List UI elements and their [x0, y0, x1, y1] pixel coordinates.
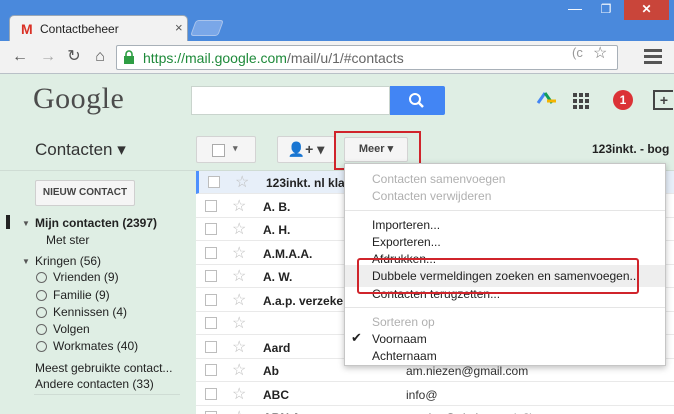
star-icon[interactable]: ☆	[232, 290, 246, 310]
new-contact-button[interactable]: NIEUW CONTACT	[35, 180, 135, 206]
sidebar-item-most-used[interactable]: Meest gebruikte contact...	[35, 361, 172, 375]
row-checkbox[interactable]	[208, 176, 220, 188]
sidebar-item-starred[interactable]: Met ster	[46, 233, 89, 247]
select-all-button[interactable]: ▾	[196, 136, 256, 163]
selected-marker	[6, 215, 10, 229]
sidebar-item-other-contacts[interactable]: Andere contacten (33)	[35, 377, 154, 391]
select-all-checkbox[interactable]	[212, 144, 225, 157]
url-text: https://mail.google.com/mail/u/1/#contac…	[143, 50, 404, 66]
circle-icon	[36, 307, 47, 318]
lock-icon	[124, 50, 134, 64]
browser-toolbar: ← → ↻ ⌂ https://mail.google.com/mail/u/1…	[0, 41, 674, 74]
circle-icon	[36, 324, 47, 335]
contact-name: A. W.	[263, 270, 293, 284]
star-icon[interactable]: ☆	[232, 384, 246, 404]
sidebar-item-my-contacts[interactable]: Mijn contacten (2397)	[35, 216, 157, 230]
home-icon[interactable]: ⌂	[90, 47, 110, 67]
star-icon[interactable]: ☆	[232, 266, 246, 286]
browser-menu-icon[interactable]	[644, 49, 662, 65]
chevron-down-icon: ▾	[233, 143, 238, 153]
row-checkbox[interactable]	[205, 364, 217, 376]
share-icon[interactable]: +	[653, 90, 673, 110]
search-button[interactable]	[390, 86, 445, 115]
add-to-circles-button[interactable]: 👤+ ▾	[277, 136, 335, 163]
reload-icon[interactable]: ↻	[64, 47, 84, 67]
menu-item-sort-last-name[interactable]: Achternaam	[372, 349, 437, 363]
menu-item-export[interactable]: Exporteren...	[372, 235, 441, 249]
menu-item-sort-first-name[interactable]: Voornaam	[372, 332, 427, 346]
sidebar-item-circle[interactable]: Volgen	[53, 322, 90, 336]
circle-icon	[36, 341, 47, 352]
drive-icon[interactable]	[536, 91, 558, 105]
star-icon[interactable]: ☆	[235, 172, 249, 192]
maximize-button[interactable]: ❐	[591, 0, 621, 20]
sidebar-divider	[34, 394, 180, 395]
star-icon[interactable]: ☆	[232, 219, 246, 239]
row-checkbox[interactable]	[205, 270, 217, 282]
star-icon[interactable]: ☆	[232, 407, 246, 414]
extension-icon[interactable]: (c	[572, 45, 583, 60]
row-checkbox[interactable]	[205, 200, 217, 212]
table-row[interactable]: ☆ABN Amroservice@nl.abna...(+3)	[196, 406, 674, 414]
table-row[interactable]: ☆ ABC info@	[196, 383, 674, 406]
forward-arrow-icon[interactable]: →	[38, 47, 58, 67]
contact-name: ABC	[263, 388, 289, 402]
star-icon[interactable]: ☆	[232, 243, 246, 263]
contact-name: Ab	[263, 364, 279, 378]
bookmark-star-icon[interactable]: ☆	[593, 43, 607, 63]
checkmark-icon: ✔	[351, 330, 362, 345]
app-title-dropdown[interactable]: Contacten ▾	[35, 140, 126, 160]
contact-name: 123inkt. nl kla	[266, 176, 345, 190]
contact-name: A.a.p. verzeke	[263, 294, 344, 308]
menu-item-merge: Contacten samenvoegen	[372, 172, 506, 186]
menu-sort-heading: Sorteren op	[372, 315, 435, 329]
contact-email: am.niezen@gmail.com	[406, 364, 529, 378]
sidebar-item-circles[interactable]: Kringen (56)	[35, 254, 101, 268]
row-checkbox[interactable]	[205, 247, 217, 259]
contact-name: Aard	[263, 341, 291, 355]
row-checkbox[interactable]	[205, 294, 217, 306]
back-arrow-icon[interactable]: ←	[10, 47, 30, 67]
circle-icon	[36, 290, 47, 301]
contact-name: A. H.	[263, 223, 291, 237]
star-icon[interactable]: ☆	[232, 196, 246, 216]
close-window-button[interactable]: ✕	[624, 0, 669, 20]
contact-name: A. B.	[263, 200, 291, 214]
star-icon[interactable]: ☆	[232, 337, 246, 357]
collapse-triangle-icon[interactable]: ▼	[22, 219, 30, 228]
star-icon[interactable]: ☆	[232, 360, 246, 380]
account-label: 123inkt. - bog	[592, 142, 670, 156]
minimize-button[interactable]: —	[560, 0, 590, 20]
search-icon	[409, 93, 424, 108]
row-checkbox[interactable]	[205, 388, 217, 400]
menu-item-import[interactable]: Importeren...	[372, 218, 440, 232]
browser-tab[interactable]: M Contactbeheer ×	[9, 15, 188, 41]
menu-item-delete: Contacten verwijderen	[372, 189, 492, 203]
collapse-triangle-icon[interactable]: ▼	[22, 257, 30, 266]
sidebar-item-circle[interactable]: Vrienden (9)	[53, 270, 119, 284]
menu-separator	[345, 210, 665, 211]
circle-icon	[36, 272, 47, 283]
sidebar-item-circle[interactable]: Workmates (40)	[53, 339, 138, 353]
address-bar[interactable]: https://mail.google.com/mail/u/1/#contac…	[116, 45, 618, 70]
google-logo[interactable]: Google	[33, 82, 124, 116]
menu-separator	[345, 307, 665, 308]
gmail-icon: M	[21, 21, 33, 37]
row-checkbox[interactable]	[205, 223, 217, 235]
contact-email: info@	[406, 388, 438, 402]
row-checkbox[interactable]	[205, 317, 217, 329]
contact-name: A.M.A.A.	[263, 247, 313, 261]
tab-title: Contactbeheer	[40, 22, 119, 36]
star-icon[interactable]: ☆	[232, 313, 246, 333]
notification-badge[interactable]: 1	[613, 90, 633, 110]
apps-grid-icon[interactable]	[573, 93, 589, 109]
new-tab-button[interactable]	[190, 20, 224, 36]
tab-close-icon[interactable]: ×	[175, 20, 183, 35]
sidebar-item-circle[interactable]: Familie (9)	[53, 288, 110, 302]
row-checkbox[interactable]	[205, 341, 217, 353]
search-input[interactable]	[191, 86, 390, 115]
sidebar-item-circle[interactable]: Kennissen (4)	[53, 305, 127, 319]
find-duplicates-highlight	[357, 258, 639, 294]
